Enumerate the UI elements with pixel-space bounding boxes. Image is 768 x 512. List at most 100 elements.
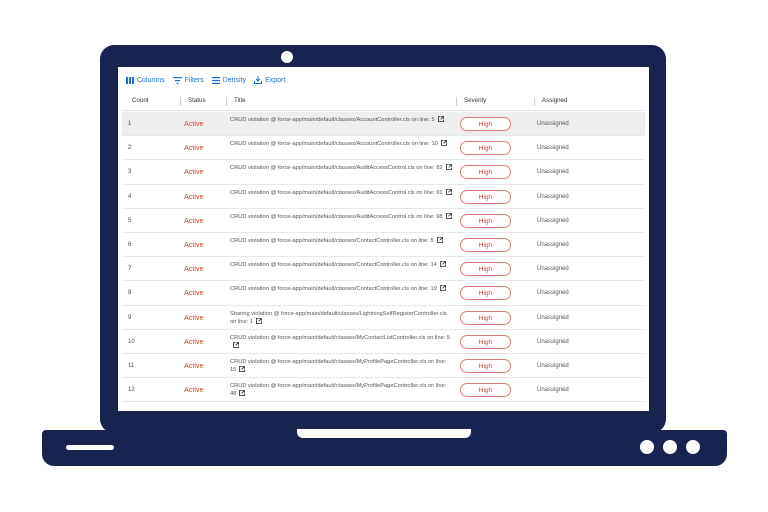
cell-assigned: Unassigned <box>537 193 569 200</box>
cell-title: CRUD violation @ force-app/main/default/… <box>230 358 452 375</box>
cell-assigned: Unassigned <box>537 290 569 297</box>
cell-assigned: Unassigned <box>537 169 569 176</box>
severity-badge: High <box>460 310 511 325</box>
cell-assigned: Unassigned <box>537 314 569 321</box>
cell-status: Active <box>184 215 204 225</box>
laptop-hinge-notch <box>297 429 471 438</box>
external-link-icon[interactable] <box>440 140 447 149</box>
title-text: CRUD violation @ force-app/main/default/… <box>230 165 443 172</box>
cell-title: CRUD violation @ force-app/main/default/… <box>230 116 452 125</box>
table-row[interactable]: 3 Active CRUD violation @ force-app/main/d… <box>122 160 645 185</box>
table-row[interactable]: 10 Active CRUD violation @ force-app/main/… <box>122 330 645 354</box>
cell-status: Active <box>184 143 204 153</box>
cell-count: 5 <box>128 217 132 224</box>
columns-button[interactable]: Columns <box>126 76 165 84</box>
table-row[interactable]: 7 Active CRUD violation @ force-app/main/d… <box>122 257 645 282</box>
external-link-icon[interactable] <box>439 261 446 270</box>
cell-count: 9 <box>128 314 132 321</box>
column-separator[interactable] <box>226 97 227 106</box>
density-button[interactable]: Density <box>211 76 246 84</box>
columns-label: Columns <box>137 76 165 84</box>
cell-status: Active <box>184 119 204 128</box>
severity-badge: High <box>460 165 511 180</box>
external-link-icon[interactable] <box>439 285 446 294</box>
table-row[interactable]: 5 Active CRUD violation @ force-app/main/d… <box>122 209 645 233</box>
severity-badge: High <box>460 213 511 228</box>
laptop-base-slot <box>66 445 114 450</box>
title-text: CRUD violation @ force-app/main/default/… <box>230 358 447 374</box>
cell-count: 1 <box>128 121 132 127</box>
cell-title: CRUD violation @ force-app/main/default/… <box>230 212 452 222</box>
title-text: CRUD violation @ force-app/main/default/… <box>230 262 437 269</box>
external-link-icon[interactable] <box>239 390 246 399</box>
cell-status: Active <box>184 288 204 298</box>
cell-status: Active <box>184 167 204 177</box>
title-text: Sharing violation @ force-app/main/defau… <box>230 310 447 325</box>
external-link-icon[interactable] <box>239 366 246 375</box>
cell-title: CRUD violation @ force-app/main/default/… <box>230 164 452 173</box>
column-separator[interactable] <box>456 97 457 106</box>
cell-assigned: Unassigned <box>537 362 569 369</box>
cell-count: 2 <box>128 145 132 152</box>
table-body: 1 Active CRUD violation @ force-app/main/d… <box>122 112 645 403</box>
camera-icon <box>281 51 293 63</box>
cell-count: 6 <box>128 241 132 248</box>
cell-assigned: Unassigned <box>537 217 569 224</box>
export-icon <box>254 76 263 84</box>
cell-count: 11 <box>128 362 135 369</box>
filters-button[interactable]: Filters <box>172 76 204 84</box>
cell-status: Active <box>184 336 204 346</box>
severity-badge: High <box>460 117 511 131</box>
laptop-dot-3 <box>686 440 700 454</box>
severity-badge: High <box>460 358 511 373</box>
export-label: Export <box>265 76 286 84</box>
table-row[interactable]: 9 Active Sharing violation @ force-app/mai… <box>122 306 645 330</box>
header-title[interactable]: Title <box>234 91 245 111</box>
cell-title: CRUD violation @ force-app/main/default/… <box>230 261 452 270</box>
table-row[interactable]: 2 Active CRUD violation @ force-app/main/d… <box>122 136 645 161</box>
title-text: CRUD violation @ force-app/main/default/… <box>230 213 443 220</box>
header-status[interactable]: Status <box>188 91 206 111</box>
cell-title: CRUD violation @ force-app/main/default/… <box>230 285 452 294</box>
cell-count: 8 <box>128 290 132 297</box>
cell-title: CRUD violation @ force-app/main/default/… <box>230 188 452 198</box>
title-text: CRUD violation @ force-app/main/default/… <box>230 286 437 293</box>
filters-label: Filters <box>184 76 204 84</box>
column-separator[interactable] <box>180 97 181 106</box>
table-row[interactable]: 6 Active CRUD violation @ force-app/main/d… <box>122 233 645 258</box>
table-row[interactable]: 1 Active CRUD violation @ force-app/main/d… <box>122 112 645 137</box>
table-row[interactable]: 8 Active CRUD violation @ force-app/main/d… <box>122 281 645 306</box>
laptop-dot-2 <box>663 440 677 454</box>
export-button[interactable]: Export <box>254 76 285 84</box>
cell-title: CRUD violation @ force-app/main/default/… <box>230 382 452 399</box>
severity-badge: High <box>460 334 511 349</box>
column-separator[interactable] <box>534 97 535 106</box>
severity-badge: High <box>460 262 511 277</box>
cell-assigned: Unassigned <box>537 145 569 152</box>
table-row[interactable]: 12 Active CRUD violation @ force-app/main/… <box>122 378 645 403</box>
title-text: CRUD violation @ force-app/main/default/… <box>230 334 451 341</box>
header-severity[interactable]: Severity <box>464 91 486 111</box>
cell-count: 4 <box>128 193 132 200</box>
header-assigned[interactable]: Assigned <box>542 91 567 111</box>
cell-count: 10 <box>128 338 135 345</box>
title-text: CRUD violation @ force-app/main/default/… <box>230 189 443 196</box>
external-link-icon[interactable] <box>445 212 452 222</box>
cell-assigned: Unassigned <box>537 241 569 248</box>
laptop-dot-1 <box>640 440 654 454</box>
severity-badge: High <box>460 383 511 398</box>
external-link-icon[interactable] <box>256 317 262 327</box>
cell-status: Active <box>184 312 204 322</box>
table-row[interactable]: 11 Active CRUD violation @ force-app/main/… <box>122 354 645 379</box>
external-link-icon[interactable] <box>445 164 452 173</box>
severity-badge: High <box>460 141 511 156</box>
table-row[interactable]: 4 Active CRUD violation @ force-app/main/d… <box>122 185 645 209</box>
cell-assigned: Unassigned <box>537 266 569 273</box>
header-count[interactable]: Count <box>132 91 149 111</box>
external-link-icon[interactable] <box>437 116 444 125</box>
cell-title: CRUD violation @ force-app/main/default/… <box>230 140 452 149</box>
external-link-icon[interactable] <box>445 188 452 198</box>
external-link-icon[interactable] <box>233 341 239 351</box>
cell-status: Active <box>184 191 204 201</box>
external-link-icon[interactable] <box>436 237 443 246</box>
